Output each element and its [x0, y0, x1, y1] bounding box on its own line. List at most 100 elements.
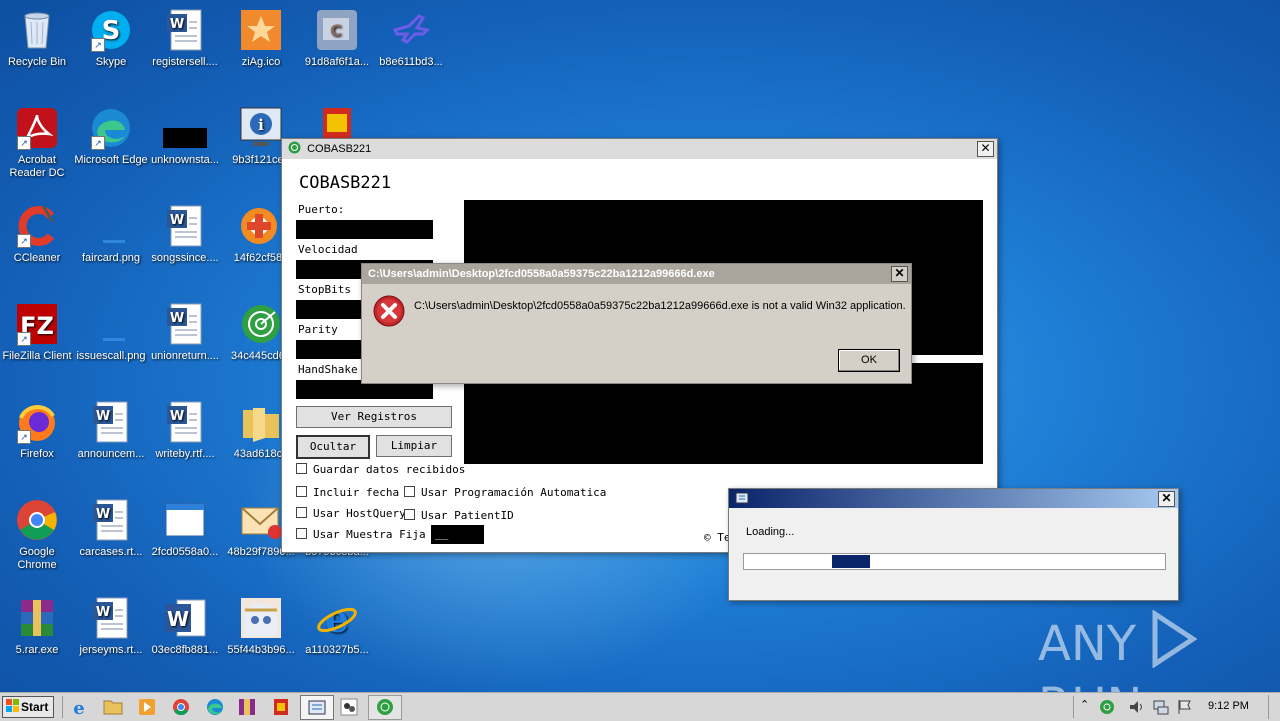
close-button[interactable]: ✕ [891, 266, 908, 282]
desktop-icon-label: 03ec8fb881... [151, 644, 219, 656]
hostquery-checkbox[interactable]: Usar HostQuery [296, 507, 406, 520]
patientid-checkbox[interactable]: Usar PatientID [404, 509, 514, 522]
ie-taskbar-icon[interactable]: e [68, 697, 90, 717]
desktop-icon-label: Microsoft Edge [74, 154, 148, 166]
taskbar-app-icon-3[interactable] [338, 697, 360, 717]
checkbox-box[interactable] [404, 509, 415, 520]
desktop-icon-winrar[interactable]: 5.rar.exe [0, 596, 74, 657]
close-button[interactable]: ✕ [977, 141, 994, 157]
mail-icon [239, 498, 283, 542]
desktop-icon-label: unknownsta... [151, 154, 219, 166]
installer-icon [239, 204, 283, 248]
taskbar-app-icon-1[interactable] [236, 697, 258, 717]
desktop-icon-announcem[interactable]: W announcem... [74, 400, 148, 461]
flag-icon[interactable] [1176, 698, 1194, 716]
desktop-icon-songssince[interactable]: W songssince.... [148, 204, 222, 265]
desktop-icon-unionreturn[interactable]: W unionreturn.... [148, 302, 222, 363]
volume-icon[interactable] [1128, 698, 1146, 716]
ie-icon: e [315, 596, 359, 640]
puerto-input[interactable] [296, 220, 433, 239]
ver-registros-button[interactable]: Ver Registros [296, 406, 452, 428]
desktop-icon-ccleaner[interactable]: ↗ CCleaner [0, 204, 74, 265]
desktop-icon-jerseyms[interactable]: W jerseyms.rt... [74, 596, 148, 657]
guardar-checkbox[interactable]: Guardar datos recibidos [296, 463, 465, 476]
incluir-fecha-checkbox[interactable]: Incluir fecha [296, 486, 399, 499]
desktop-icon-label: writeby.rtf.... [155, 448, 215, 460]
desktop-icon-ziag[interactable]: ziAg.ico [224, 8, 298, 69]
desktop-icon-label: 91d8af6f1a... [304, 56, 370, 68]
cobas-titlebar[interactable]: COBASB221 ✕ [282, 139, 997, 159]
desktop-icon-55f44b3b96[interactable]: 55f44b3b96... [224, 596, 298, 657]
taskbar-active-window[interactable] [300, 695, 334, 720]
desktop-icon-issuescall[interactable]: issuescall.png [74, 302, 148, 363]
ocultar-button[interactable]: Ocultar [296, 435, 370, 459]
word-app-icon: W [163, 596, 207, 640]
watermark-right-text: RUN [1038, 678, 1142, 692]
tray-expand-icon[interactable]: ⌃ [1080, 698, 1089, 711]
checkbox-box[interactable] [296, 463, 307, 474]
media-player-taskbar-icon[interactable] [136, 697, 158, 717]
programacion-checkbox[interactable]: Usar Programación Automatica [404, 486, 606, 499]
edge-icon: ↗ [89, 106, 133, 150]
app-icon [735, 492, 749, 504]
taskbar-app-icon-2[interactable] [270, 697, 292, 717]
desktop-icon-acrobat[interactable]: ↗ Acrobat Reader DC [0, 106, 74, 180]
start-button[interactable]: Start [2, 696, 54, 718]
desktop-icon-91d8af6f1a[interactable]: C 91d8af6f1a... [300, 8, 374, 69]
checkbox-box[interactable] [296, 507, 307, 518]
desktop-icon-b8e611bd3[interactable]: b8e611bd3... [374, 8, 448, 69]
info-monitor-icon: i [239, 106, 283, 150]
show-desktop-button[interactable] [1268, 695, 1279, 719]
desktop-icon-2fcd0558a0[interactable]: 2fcd0558a0... [148, 498, 222, 559]
desktop-icon-unknownsta[interactable]: unknownsta... [148, 106, 222, 167]
error-dialog: C:\Users\admin\Desktop\2fcd0558a0a59375c… [361, 263, 912, 384]
checkbox-box[interactable] [404, 486, 415, 497]
edge-taskbar-icon[interactable] [204, 697, 226, 717]
chrome-taskbar-icon[interactable] [170, 697, 192, 717]
desktop-icon-filezilla[interactable]: FZ ↗ FileZilla Client [0, 302, 74, 363]
desktop-icon-registersell[interactable]: W registersell.... [148, 8, 222, 69]
taskbar-cobas-window[interactable] [368, 695, 402, 720]
desktop-icon-chrome[interactable]: Google Chrome [0, 498, 74, 572]
desktop-icon-03ec8fb881[interactable]: W 03ec8fb881... [148, 596, 222, 657]
anime-image-icon [239, 596, 283, 640]
svg-text:W: W [170, 213, 184, 228]
desktop-icon-skype[interactable]: S ↗ Skype [74, 8, 148, 69]
recycle-bin-icon [15, 8, 59, 52]
word-doc-icon: W [89, 498, 133, 542]
desktop-icon-label: unionreturn.... [151, 350, 219, 362]
velocidad-label: Velocidad [298, 243, 358, 256]
tray-app-icon[interactable] [1098, 698, 1116, 716]
shortcut-arrow-icon: ↗ [17, 332, 31, 346]
desktop-icon-faircard[interactable]: faircard.png [74, 204, 148, 265]
desktop-icon-recycle-bin[interactable]: Recycle Bin [0, 8, 74, 69]
muestra-fija-input[interactable]: __ [431, 525, 484, 544]
desktop-icon-firefox[interactable]: ↗ Firefox [0, 400, 74, 461]
desktop-icon-edge[interactable]: ↗ Microsoft Edge [74, 106, 148, 167]
checkbox-box[interactable] [296, 486, 307, 497]
clock[interactable]: 9:12 PM [1208, 700, 1249, 712]
limpiar-button[interactable]: Limpiar [376, 435, 452, 457]
error-titlebar[interactable]: C:\Users\admin\Desktop\2fcd0558a0a59375c… [362, 264, 911, 284]
desktop-icon-label: carcases.rt... [79, 546, 143, 558]
blurred-app-icon: C [315, 8, 359, 52]
desktop-icon-label: 2fcd0558a0... [151, 546, 219, 558]
error-icon [373, 295, 405, 327]
chrome-icon [15, 498, 59, 542]
explorer-taskbar-icon[interactable] [102, 697, 124, 717]
desktop-icon-carcases[interactable]: W carcases.rt... [74, 498, 148, 559]
checkbox-box[interactable] [296, 528, 307, 539]
svg-text:W: W [170, 409, 184, 424]
desktop-icon-writeby[interactable]: W writeby.rtf.... [148, 400, 222, 461]
loading-text: Loading... [746, 526, 795, 538]
ok-button[interactable]: OK [838, 349, 900, 372]
close-button[interactable]: ✕ [1158, 491, 1175, 507]
plane-icon [389, 8, 433, 52]
network-icon[interactable] [1152, 698, 1170, 716]
desktop-icon-a110327b5[interactable]: e a110327b5... [300, 596, 374, 657]
desktop-icon-label: Firefox [20, 448, 54, 460]
loading-titlebar[interactable]: ✕ [729, 489, 1178, 508]
black-file-icon [163, 106, 207, 150]
muestra-fija-checkbox[interactable]: Usar Muestra Fija [296, 528, 426, 541]
puerto-label: Puerto: [298, 203, 345, 216]
